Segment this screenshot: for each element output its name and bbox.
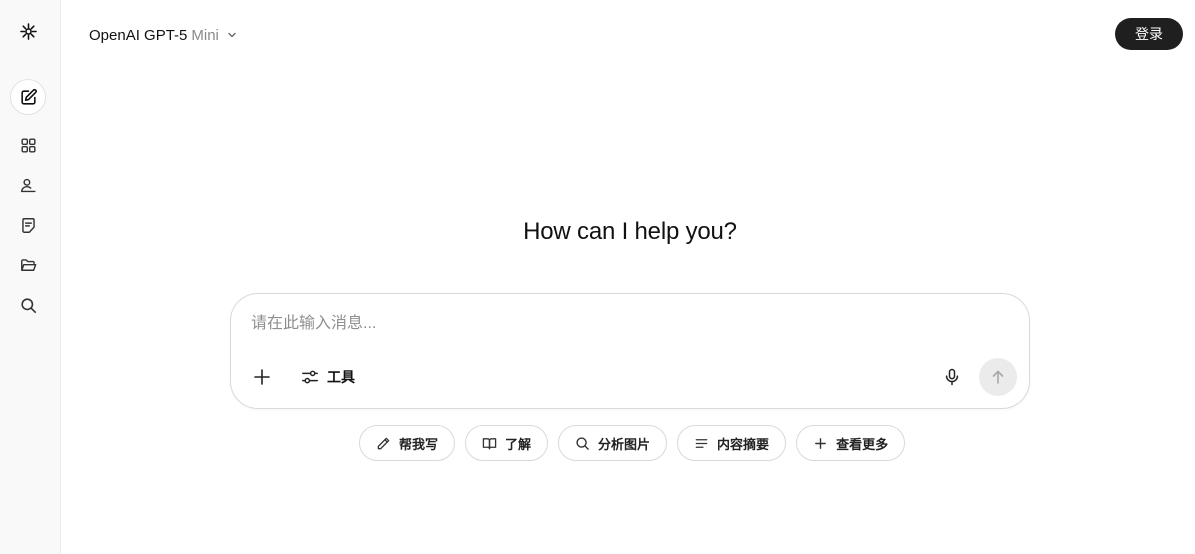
search-icon [20, 297, 36, 313]
suggestion-learn-button[interactable]: 了解 [465, 425, 549, 461]
suggestion-write-button[interactable]: 帮我写 [359, 425, 456, 461]
voice-input-button[interactable] [939, 364, 965, 390]
pencil-icon [377, 437, 390, 449]
chevron-down-icon [228, 32, 236, 38]
chip-label: 查看更多 [836, 436, 889, 452]
suggestion-chips: 帮我写 了解 分析图片 内容摘要 查看更多 [359, 425, 906, 461]
suggestion-analyze-image-button[interactable]: 分析图片 [558, 425, 668, 461]
tools-button[interactable]: 工具 [301, 364, 355, 390]
plus-icon [254, 369, 270, 385]
notes-button[interactable] [10, 207, 46, 243]
message-composer: 工具 [230, 293, 1030, 409]
greeting-title: How can I help you? [523, 218, 737, 245]
attach-button[interactable] [249, 364, 275, 390]
new-chat-button[interactable] [10, 79, 46, 115]
profile-button[interactable] [10, 167, 46, 203]
sliders-icon [302, 370, 318, 384]
folders-button[interactable] [10, 247, 46, 283]
arrow-up-icon [992, 370, 1004, 384]
model-variant: Mini [191, 26, 219, 44]
chip-label: 了解 [505, 436, 532, 452]
new-chat-icon [20, 88, 37, 105]
chip-label: 分析图片 [598, 436, 651, 452]
apps-grid-icon [20, 137, 36, 153]
model-selector[interactable]: OpenAI GPT-5 Mini [89, 24, 238, 46]
list-icon [695, 438, 708, 448]
suggestion-summarize-button[interactable]: 内容摘要 [677, 425, 787, 461]
chip-label: 内容摘要 [717, 436, 770, 452]
user-profile-icon [20, 178, 36, 192]
model-name: OpenAI GPT-5 [89, 26, 188, 44]
logo-sparkle-icon[interactable] [10, 13, 46, 49]
tools-label: 工具 [327, 369, 355, 385]
notes-icon [21, 217, 35, 233]
apps-button[interactable] [10, 127, 46, 163]
microphone-icon [945, 368, 959, 386]
message-input[interactable] [251, 310, 991, 338]
chip-label: 帮我写 [399, 436, 439, 452]
sidebar [0, 0, 61, 554]
send-button[interactable] [979, 358, 1017, 396]
suggestion-more-button[interactable]: 查看更多 [796, 425, 906, 461]
search-button[interactable] [10, 287, 46, 323]
search-icon [576, 436, 589, 450]
plus-icon [815, 437, 826, 449]
folder-open-icon [20, 258, 36, 271]
login-button[interactable]: 登录 [1115, 18, 1183, 50]
book-open-icon [482, 437, 497, 449]
